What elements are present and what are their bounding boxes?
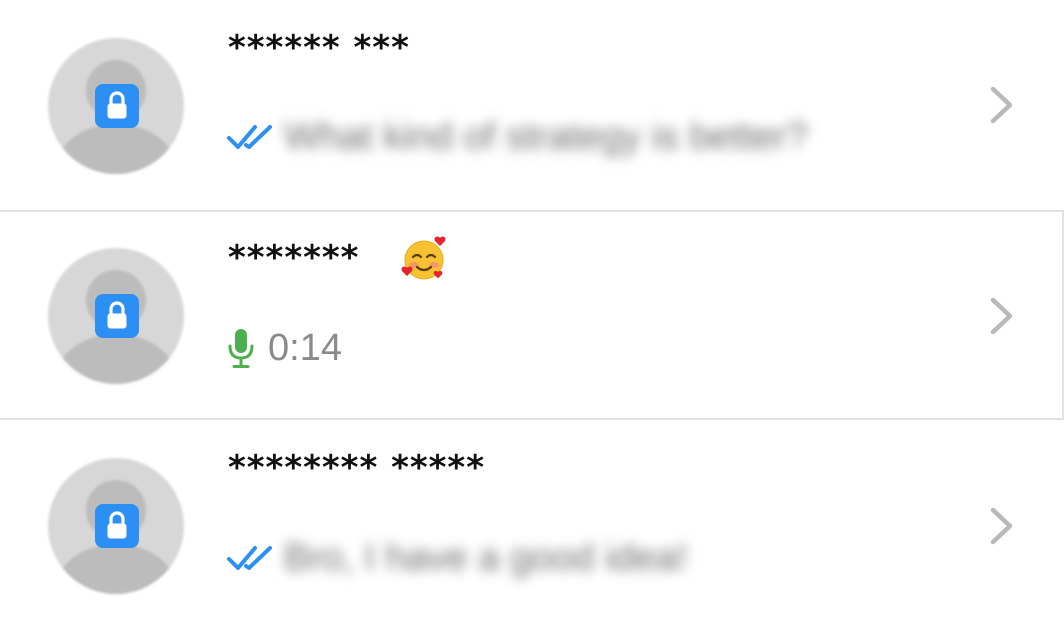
avatar bbox=[48, 248, 184, 384]
chat-row[interactable]: ******** ***** Bro, I have a good idea! bbox=[0, 420, 1064, 632]
microphone-icon bbox=[228, 329, 254, 368]
chevron-right-icon bbox=[990, 507, 1013, 545]
chat-row[interactable]: ******* 0:14 bbox=[0, 212, 1064, 418]
voice-duration: 0:14 bbox=[268, 327, 342, 369]
preview-text: What kind of strategy is better? bbox=[284, 116, 808, 158]
lock-icon bbox=[95, 84, 139, 128]
message-preview: What kind of strategy is better? bbox=[226, 115, 808, 159]
lock-icon bbox=[95, 504, 139, 548]
message-preview: 0:14 bbox=[226, 326, 342, 370]
double-check-icon bbox=[227, 125, 272, 149]
smiling-face-with-hearts-icon bbox=[401, 236, 446, 280]
contact-name: ****** *** bbox=[228, 28, 410, 68]
contact-name: ******** ***** bbox=[228, 448, 485, 488]
chat-list: ****** *** What kind of strategy is bett… bbox=[0, 0, 1064, 632]
chevron-right-icon bbox=[990, 297, 1013, 335]
avatar bbox=[48, 458, 184, 594]
chevron-right-icon bbox=[990, 86, 1013, 124]
avatar bbox=[48, 38, 184, 174]
preview-text: Bro, I have a good idea! bbox=[284, 537, 688, 579]
lock-icon bbox=[95, 294, 139, 338]
contact-name: ******* bbox=[228, 238, 360, 278]
chat-row[interactable]: ****** *** What kind of strategy is bett… bbox=[0, 0, 1064, 210]
message-preview: Bro, I have a good idea! bbox=[226, 536, 688, 580]
double-check-icon bbox=[227, 546, 272, 570]
